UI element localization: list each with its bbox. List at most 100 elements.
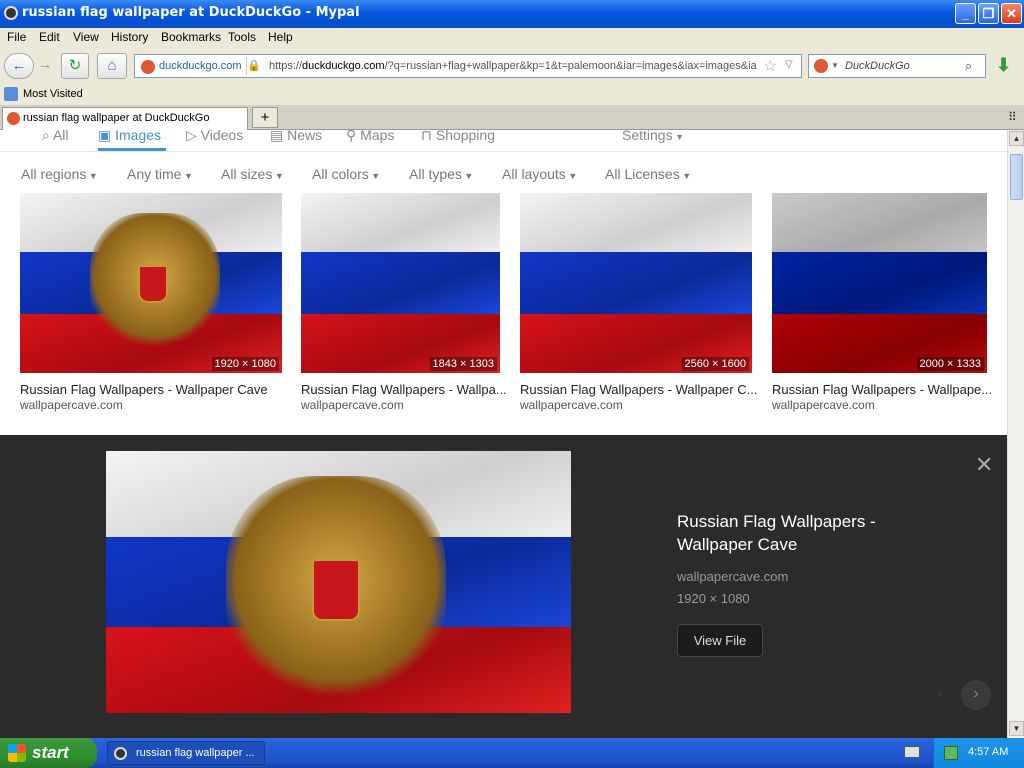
tab-videos[interactable]: ▷ Videos: [186, 130, 243, 144]
previous-image-button[interactable]: ‹: [925, 680, 955, 710]
site-identity-button[interactable]: duckduckgo.com: [137, 57, 247, 75]
result-title-4[interactable]: Russian Flag Wallpapers - Wallpape...: [772, 382, 992, 397]
menu-view[interactable]: View: [73, 30, 99, 44]
result-title-3[interactable]: Russian Flag Wallpapers - Wallpaper C...: [520, 382, 760, 397]
plus-icon: +: [260, 109, 270, 126]
result-image-3[interactable]: 2560 × 1600: [520, 193, 752, 373]
close-icon[interactable]: ✕: [975, 452, 993, 478]
start-button[interactable]: start: [0, 738, 97, 768]
download-icon[interactable]: ⬇: [996, 55, 1011, 76]
tab-videos-label: Videos: [200, 130, 244, 143]
taskbar-item-browser[interactable]: russian flag wallpaper ...: [107, 741, 265, 765]
tab-maps-label: Maps: [360, 130, 395, 143]
window-title-bar[interactable]: russian flag wallpaper at DuckDuckGo - M…: [0, 0, 1024, 28]
minimize-button[interactable]: _: [955, 3, 976, 24]
close-button[interactable]: ✕: [1001, 3, 1022, 24]
back-arrow-icon: ←: [11, 57, 27, 74]
search-icon[interactable]: ⌕: [965, 58, 972, 74]
detail-dimensions: 1920 × 1080: [677, 591, 750, 606]
filter-types[interactable]: All types ▼: [409, 166, 473, 182]
vertical-scrollbar[interactable]: ▲ ▼: [1007, 130, 1024, 738]
lock-icon: 🔒: [247, 60, 261, 72]
menu-file[interactable]: File: [7, 30, 26, 44]
clock[interactable]: 4:57 AM: [968, 746, 1008, 758]
result-source-1[interactable]: wallpapercave.com: [20, 398, 123, 412]
window-title: russian flag wallpaper at DuckDuckGo - M…: [22, 5, 360, 20]
search-bar[interactable]: ▼ DuckDuckGo ⌕: [808, 54, 986, 78]
tab-images[interactable]: ▣ Images: [98, 130, 161, 144]
filter-colors[interactable]: All colors ▼: [312, 166, 380, 182]
scroll-down-arrow-icon[interactable]: ▼: [1009, 721, 1024, 736]
result-title-2[interactable]: Russian Flag Wallpapers - Wallpa...: [301, 382, 506, 397]
tab-list-icon[interactable]: ⠿: [1008, 110, 1017, 124]
search-engine-dropdown-icon[interactable]: ▼: [831, 61, 839, 70]
maximize-button[interactable]: ❐: [978, 3, 999, 24]
keyboard-icon[interactable]: [904, 746, 920, 758]
app-icon: [4, 6, 18, 20]
windows-logo-icon: [8, 744, 26, 762]
image-detail-panel: Russian Flag Wallpapers - Wallpaper Cave…: [0, 435, 1007, 738]
result-image-4[interactable]: 2000 × 1333: [772, 193, 987, 373]
back-button[interactable]: ←: [4, 53, 34, 79]
search-placeholder: DuckDuckGo: [845, 60, 910, 72]
url-bar[interactable]: duckduckgo.com 🔒 https://duckduckgo.com/…: [134, 54, 802, 78]
filter-time[interactable]: Any time ▼: [127, 166, 193, 182]
start-label: start: [32, 743, 69, 762]
forward-button[interactable]: →: [34, 53, 56, 79]
page-content: ⌕ All ▣ Images ▷ Videos ▤ News ⚲ Maps ⊓ …: [0, 130, 1007, 738]
result-title-1[interactable]: Russian Flag Wallpapers - Wallpaper Cave: [20, 382, 282, 397]
tab-all[interactable]: ⌕ All: [42, 130, 69, 144]
chevron-down-icon: ▼: [368, 171, 381, 181]
most-visited-folder-icon: [4, 87, 18, 101]
reload-button[interactable]: ↻: [61, 53, 89, 79]
home-button[interactable]: ⌂: [97, 53, 127, 79]
tab-maps[interactable]: ⚲ Maps: [346, 130, 394, 144]
filter-sizes[interactable]: All sizes ▼: [221, 166, 284, 182]
tab-news-label: News: [287, 130, 323, 143]
bookmark-star-icon[interactable]: ☆: [763, 56, 777, 76]
next-image-button[interactable]: ›: [961, 680, 991, 710]
view-file-button[interactable]: View File: [677, 624, 763, 657]
tab-active[interactable]: russian flag wallpaper at DuckDuckGo: [2, 107, 248, 130]
image-dimensions: 2000 × 1333: [916, 357, 984, 371]
tab-shopping[interactable]: ⊓ Shopping: [421, 130, 495, 144]
image-dimensions: 2560 × 1600: [681, 357, 749, 371]
scroll-up-arrow-icon[interactable]: ▲: [1009, 131, 1024, 146]
tab-news[interactable]: ▤ News: [270, 130, 322, 144]
menu-bookmarks[interactable]: Bookmarks: [161, 30, 221, 44]
url-dropdown-icon[interactable]: ▽: [785, 59, 793, 70]
menu-help[interactable]: Help: [268, 30, 293, 44]
result-source-3[interactable]: wallpapercave.com: [520, 398, 623, 412]
menu-tools[interactable]: Tools: [228, 30, 256, 44]
navigation-toolbar: ← → ↻ ⌂ duckduckgo.com 🔒 https://duckduc…: [0, 47, 1024, 85]
network-icon[interactable]: [944, 746, 958, 760]
result-image-1[interactable]: 1920 × 1080: [20, 193, 282, 373]
detail-source[interactable]: wallpapercave.com: [677, 569, 788, 584]
chevron-right-icon: ›: [973, 685, 979, 702]
detail-title[interactable]: Russian Flag Wallpapers - Wallpaper Cave: [677, 510, 937, 556]
new-tab-button[interactable]: +: [252, 107, 278, 128]
result-image-2[interactable]: 1843 × 1303: [301, 193, 500, 373]
filter-label: All Licenses: [605, 166, 680, 182]
filter-label: All regions: [21, 166, 87, 182]
shopping-bag-icon: ⊓: [421, 130, 436, 143]
scrollbar-thumb[interactable]: [1010, 154, 1023, 200]
menu-edit[interactable]: Edit: [39, 30, 60, 44]
filter-layouts[interactable]: All layouts ▼: [502, 166, 577, 182]
flag-image: [772, 193, 987, 373]
image-icon: ▣: [98, 130, 116, 143]
result-source-4[interactable]: wallpapercave.com: [772, 398, 875, 412]
search-engine-icon[interactable]: [814, 59, 828, 73]
chevron-down-icon: ▼: [181, 171, 193, 181]
play-icon: ▷: [186, 130, 201, 143]
detail-image[interactable]: [106, 451, 571, 713]
settings-dropdown[interactable]: Settings ▼: [622, 130, 684, 143]
most-visited-bookmark[interactable]: Most Visited: [23, 88, 83, 100]
url-prefix: https://: [269, 60, 303, 72]
url-rest: /?q=russian+flag+wallpaper&kp=1&t=palemo…: [384, 60, 757, 72]
menu-history[interactable]: History: [111, 30, 148, 44]
filter-licenses[interactable]: All Licenses ▼: [605, 166, 691, 182]
result-source-2[interactable]: wallpapercave.com: [301, 398, 404, 412]
chevron-left-icon: ‹: [937, 685, 943, 702]
filter-regions[interactable]: All regions ▼: [21, 166, 98, 182]
